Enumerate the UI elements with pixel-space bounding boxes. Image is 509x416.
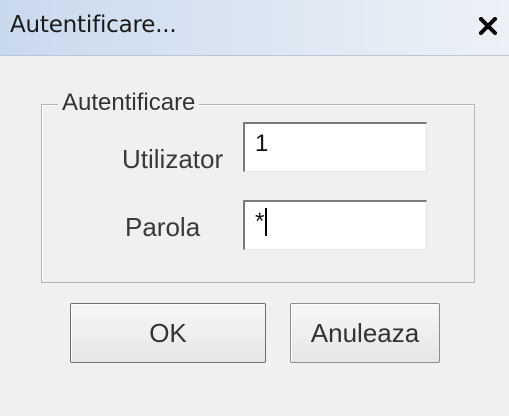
login-dialog: Autentificare... Autentificare Utilizato… bbox=[0, 0, 509, 416]
username-label: Utilizator bbox=[122, 144, 224, 174]
cancel-button[interactable]: Anuleaza bbox=[290, 303, 440, 363]
password-label: Parola bbox=[125, 212, 201, 242]
password-field[interactable]: * bbox=[243, 200, 427, 250]
text-caret bbox=[265, 208, 268, 236]
password-value: * bbox=[255, 208, 265, 235]
ok-button-label: OK bbox=[149, 317, 187, 348]
close-button[interactable] bbox=[473, 10, 503, 42]
close-icon bbox=[479, 17, 497, 35]
window-title: Autentificare... bbox=[10, 12, 177, 38]
ok-button[interactable]: OK bbox=[70, 303, 266, 363]
username-value: 1 bbox=[255, 130, 269, 157]
title-bar[interactable]: Autentificare... bbox=[0, 0, 509, 56]
cancel-button-label: Anuleaza bbox=[310, 317, 420, 348]
group-legend: Autentificare bbox=[58, 88, 200, 118]
username-field[interactable]: 1 bbox=[243, 122, 427, 172]
dialog-body: Autentificare Utilizator 1 Parola * OK A… bbox=[0, 56, 509, 416]
